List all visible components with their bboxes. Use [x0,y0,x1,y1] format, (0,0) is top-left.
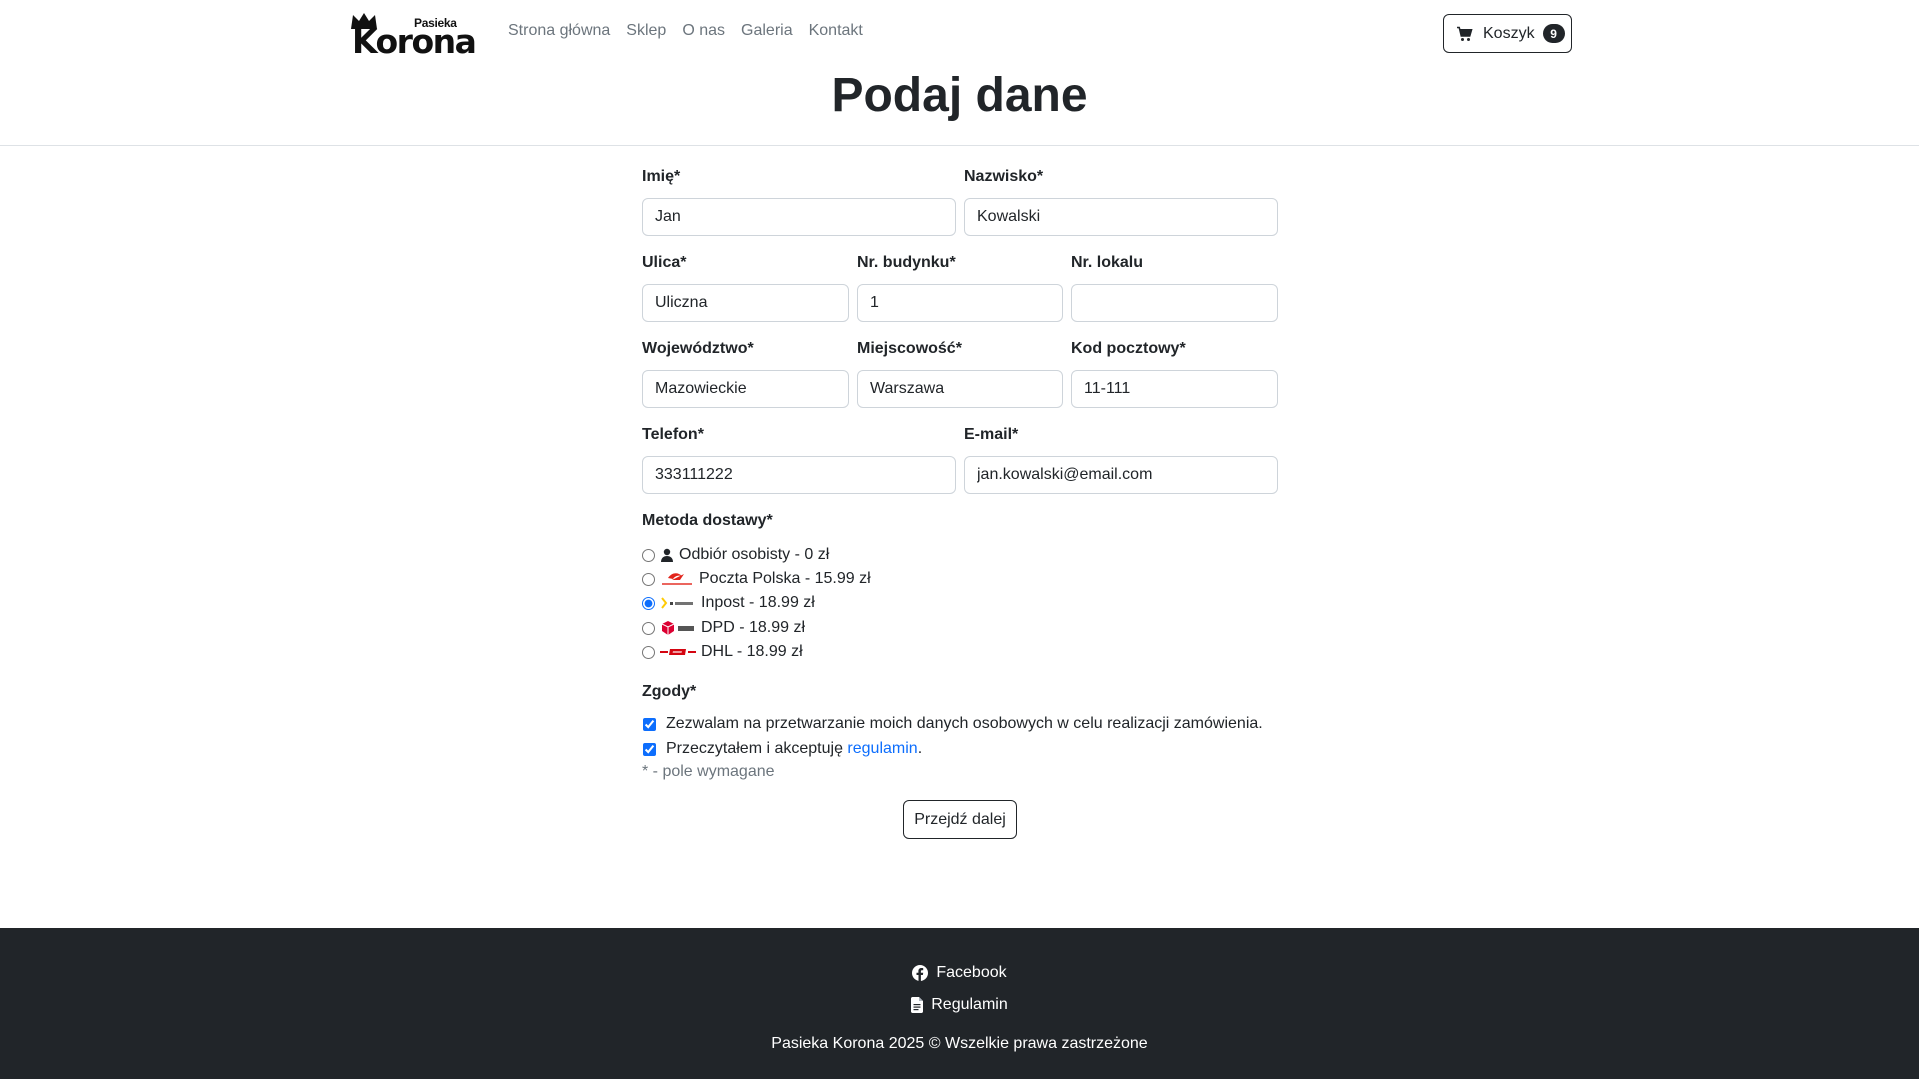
shipping-option-label: Poczta Polska - 15.99 zł [699,570,871,587]
city-input[interactable] [857,370,1063,408]
required-fields-note: * - pole wymagane [642,763,775,780]
nav-contact[interactable]: Kontakt [809,22,863,40]
shipping-radio-dpd[interactable] [642,621,655,635]
last-name-input[interactable] [964,198,1278,236]
shipping-option-inpost[interactable]: Inpost - 18.99 zł [642,593,815,613]
consent-terms-checkbox[interactable] [643,742,656,756]
dhl-logo [660,645,696,659]
shipping-option-label: DPD - 18.99 zł [701,619,806,636]
shipping-option-dhl[interactable]: DHL - 18.99 zł [642,642,803,662]
postal-code-label: Kod pocztowy* [1071,340,1186,357]
footer-facebook-link[interactable]: Facebook [0,964,1919,982]
nav-home[interactable]: Strona główna [508,22,610,40]
inpost-logo [660,595,696,611]
phone-label: Telefon* [642,426,704,443]
nav-shop[interactable]: Sklep [626,22,666,40]
consent-terms-text: Przeczytałem i akceptuję [666,740,843,757]
first-name-input[interactable] [642,198,956,236]
brand-name: Korona [352,22,477,61]
consent-terms[interactable]: Przeczytałem i akceptuję regulamin. [642,739,922,759]
email-input[interactable] [964,456,1278,494]
main-nav: Strona główna Sklep O nas Galeria Kontak… [508,22,879,40]
footer-terms-label: Regulamin [931,996,1008,1013]
brand-logo[interactable]: Pasieka Korona [350,12,477,58]
consent-data-processing[interactable]: Zezwalam na przetwarzanie moich danych o… [642,714,1263,734]
postal-code-input[interactable] [1071,370,1278,408]
poczta-polska-logo [660,570,694,588]
first-name-label: Imię* [642,168,681,185]
footer-terms-link[interactable]: Regulamin [0,996,1919,1014]
apartment-number-input[interactable] [1071,284,1278,322]
page-title: Podaj dane [831,69,1088,122]
shipping-option-label: DHL - 18.99 zł [701,643,803,660]
last-name-label: Nazwisko* [964,168,1044,185]
shipping-option-label: Inpost - 18.99 zł [701,594,815,611]
shipping-option-poczta-polska[interactable]: Poczta Polska - 15.99 zł [642,569,871,589]
footer: Facebook Regulamin Pasieka Korona 2025 ©… [0,928,1919,1079]
dpd-logo [660,620,696,636]
apartment-number-label: Nr. lokalu [1071,254,1144,271]
shipping-radio-dhl[interactable] [642,645,655,659]
cart-icon [1457,26,1473,41]
next-button[interactable]: Przejdź dalej [903,800,1017,839]
shipping-option-label: Odbiór osobisty - 0 zł [679,546,830,563]
nav-about[interactable]: O nas [682,22,725,40]
shipping-option-dpd[interactable]: DPD - 18.99 zł [642,618,805,638]
person-icon [660,548,674,562]
street-input[interactable] [642,284,849,322]
shipping-radio-poczta-polska[interactable] [642,572,655,586]
street-label: Ulica* [642,254,687,271]
consent-terms-suffix: . [917,740,923,757]
city-label: Miejscowość* [857,340,962,357]
terms-link[interactable]: regulamin [847,740,917,758]
building-number-input[interactable] [857,284,1063,322]
shipping-radio-pickup[interactable] [642,548,655,562]
copyright-text: Pasieka Korona 2025 © Wszelkie prawa zas… [771,1035,1148,1052]
phone-input[interactable] [642,456,956,494]
cart-count-badge: 9 [1542,24,1565,43]
header-divider [0,145,1919,146]
nav-gallery[interactable]: Galeria [741,22,793,40]
consent-data-processing-checkbox[interactable] [643,717,656,731]
footer-facebook-label: Facebook [936,964,1007,981]
shipping-radio-inpost[interactable] [642,596,655,610]
voivodeship-label: Województwo* [642,340,754,357]
document-icon [911,997,924,1013]
building-number-label: Nr. budynku* [857,254,956,271]
shipping-method-label: Metoda dostawy* [642,512,773,529]
email-label: E-mail* [964,426,1019,443]
navbar: Pasieka Korona Strona główna Sklep O nas… [0,0,1919,66]
facebook-icon [912,965,929,981]
voivodeship-input[interactable] [642,370,849,408]
cart-button[interactable]: Koszyk 9 [1443,14,1572,53]
shipping-option-pickup[interactable]: Odbiór osobisty - 0 zł [642,545,829,565]
consent-data-processing-text: Zezwalam na przetwarzanie moich danych o… [666,715,1263,732]
cart-label: Koszyk [1483,24,1535,42]
consents-label: Zgody* [642,683,697,700]
